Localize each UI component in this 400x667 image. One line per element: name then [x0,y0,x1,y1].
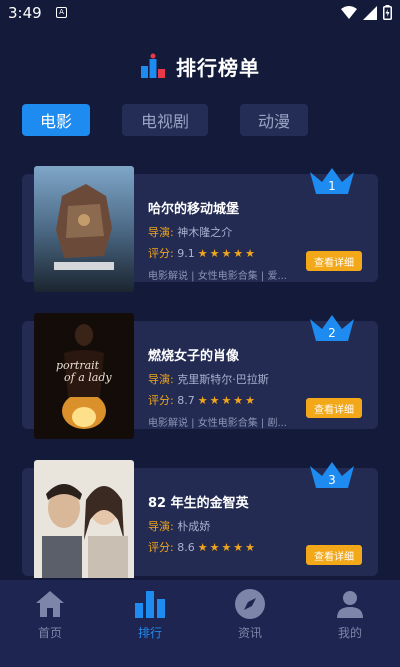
list-item[interactable]: 3 82 年生的金智英 导演: 朴成娇 评分: 8.6 ★★★★★ 查看详细 [0,444,400,578]
rank-number: 3 [328,473,336,487]
movie-title[interactable]: 82 年生的金智英 [148,492,249,511]
director-row: 导演: 克里斯特尔·巴拉斯 [148,371,269,387]
ranking-list[interactable]: 1 哈尔的移动城堡 导演: 神木隆之介 评分: 9.1 ★★★★★ 电影解说 | … [0,150,400,578]
status-time: 3:49 [8,4,42,22]
score-label: 评分: [148,541,174,554]
ranking-logo-icon [141,53,165,78]
page-header: 排行榜单 [0,48,400,84]
score-row: 评分: 8.6 ★★★★★ [148,539,257,555]
svg-text:of a lady: of a lady [64,371,112,384]
compass-icon [235,589,265,619]
rank-number: 1 [328,179,336,193]
home-icon [36,591,64,617]
director-label: 导演: [148,226,174,239]
tab-anime[interactable]: 动漫 [240,104,308,136]
director-row: 导演: 神木隆之介 [148,224,232,240]
rank-number: 2 [328,326,336,340]
director-row: 导演: 朴成娇 [148,518,210,534]
movie-tags: 电影解说 | 女性电影合集 | 爱... [148,271,287,282]
bottom-navigation: 首页 排行 资讯 我的 [0,580,400,667]
score-label: 评分: [148,394,174,407]
nav-label-ranking: 排行 [137,626,162,640]
nav-label-home: 首页 [37,626,62,640]
movie-title[interactable]: 哈尔的移动城堡 [148,198,239,217]
view-details-button[interactable]: 查看详细 [306,251,362,271]
rank-crown-icon: 1 [310,168,354,194]
nav-label-news: 资讯 [237,626,262,640]
star-rating-icon: ★★★★★ [197,540,258,554]
score-row: 评分: 8.7 ★★★★★ [148,392,257,408]
user-icon [337,591,363,618]
movie-title[interactable]: 燃烧女子的肖像 [148,345,239,364]
list-item[interactable]: portrait of a lady 2 燃烧女子的肖像 导演: 克里斯特尔·巴… [0,297,400,439]
star-rating-icon: ★★★★★ [197,246,258,260]
poster-image[interactable] [34,460,134,578]
view-details-button[interactable]: 查看详细 [306,545,362,565]
tab-tv-series[interactable]: 电视剧 [122,104,208,136]
score-value: 8.6 [177,540,195,554]
ranking-icon [135,591,165,618]
score-label: 评分: [148,247,174,260]
nav-item-ranking[interactable]: 排行 [100,580,200,667]
signal-icon [363,5,377,20]
score-value: 8.7 [177,393,195,407]
status-bar: 3:49 A [0,0,400,26]
list-item[interactable]: 1 哈尔的移动城堡 导演: 神木隆之介 评分: 9.1 ★★★★★ 电影解说 | … [0,150,400,292]
movie-tags: 电影解说 | 女性电影合集 | 剧... [148,418,287,429]
notification-icon: A [56,7,67,18]
nav-item-home[interactable]: 首页 [0,580,100,667]
poster-image[interactable] [34,166,134,292]
director-name: 朴成娇 [177,520,211,533]
star-rating-icon: ★★★★★ [197,393,258,407]
director-name: 神木隆之介 [177,226,233,239]
rank-crown-icon: 3 [310,462,354,488]
director-name: 克里斯特尔·巴拉斯 [177,373,269,386]
nav-label-profile: 我的 [337,626,362,640]
wifi-icon [341,5,357,19]
view-details-button[interactable]: 查看详细 [306,398,362,418]
tab-movie[interactable]: 电影 [22,104,90,136]
poster-image[interactable]: portrait of a lady [34,313,134,439]
director-label: 导演: [148,373,174,386]
page-title: 排行榜单 [176,55,260,80]
score-row: 评分: 9.1 ★★★★★ [148,245,257,261]
category-tabs: 电影 电视剧 动漫 [22,104,308,136]
nav-item-profile[interactable]: 我的 [300,580,400,667]
nav-item-news[interactable]: 资讯 [200,580,300,667]
battery-icon [383,5,392,20]
rank-crown-icon: 2 [310,315,354,341]
score-value: 9.1 [177,246,195,260]
status-icons [341,5,392,20]
director-label: 导演: [148,520,174,533]
